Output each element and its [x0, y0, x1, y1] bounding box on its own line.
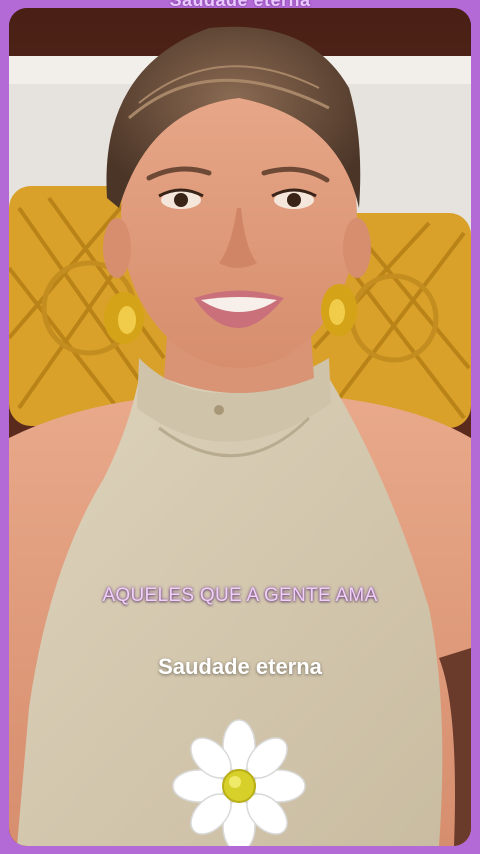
caption-main: AQUELES QUE A GENTE AMA: [102, 585, 378, 606]
earring-left: [104, 292, 144, 344]
video-frame: AQUELES QUE A GENTE AMA Saudade eterna: [9, 8, 471, 846]
earring-right: [321, 284, 357, 336]
caption-sub: Saudade eterna: [158, 654, 322, 679]
daisy-sticker: [172, 719, 306, 846]
